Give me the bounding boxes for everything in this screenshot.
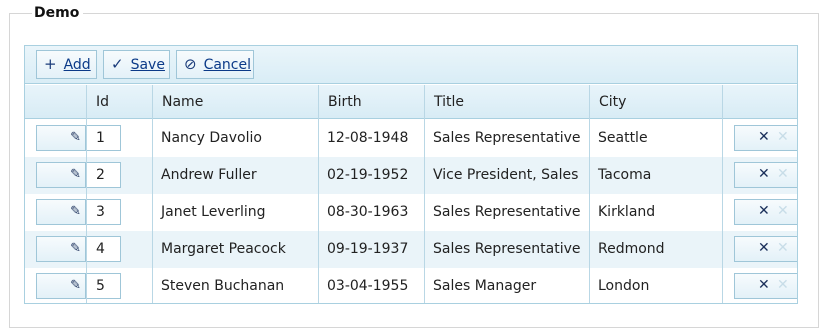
close-icon-disabled: ✕ <box>777 203 789 219</box>
column-divider <box>424 119 425 303</box>
birth-cell: 02-19-1952 <box>327 167 409 183</box>
title-cell: Sales Representative <box>433 204 581 220</box>
name-cell: Andrew Fuller <box>161 167 257 183</box>
birth-cell: 12-08-1948 <box>327 130 409 146</box>
grid-toolbar: + Add ✓ Save ⊘ Cancel <box>25 46 797 84</box>
close-icon-disabled: ✕ <box>777 277 789 293</box>
id-cell: 1 <box>86 125 121 151</box>
header-title[interactable]: Title <box>424 85 589 119</box>
table-row: ✎ 5 Steven Buchanan 03-04-1955 Sales Man… <box>25 268 797 303</box>
save-label: Save <box>130 56 165 73</box>
close-icon: ✕ <box>758 203 770 219</box>
close-icon-disabled: ✕ <box>777 166 789 182</box>
table-row: ✎ 2 Andrew Fuller 02-19-1952 Vice Presid… <box>25 157 797 194</box>
fieldset-legend: Demo <box>32 4 84 22</box>
name-cell: Margaret Peacock <box>161 241 286 257</box>
city-cell: Redmond <box>598 241 665 257</box>
delete-button[interactable]: ✕ ✕ <box>734 199 797 225</box>
title-cell: Vice President, Sales <box>433 167 579 183</box>
edit-button[interactable]: ✎ <box>36 273 86 299</box>
pencil-icon: ✎ <box>70 167 81 182</box>
close-icon: ✕ <box>758 240 770 256</box>
pencil-icon: ✎ <box>70 130 81 145</box>
city-cell: London <box>598 278 650 294</box>
city-cell: Tacoma <box>598 167 652 183</box>
check-icon: ✓ <box>111 55 124 73</box>
id-cell: 5 <box>86 273 121 299</box>
edit-button[interactable]: ✎ <box>36 162 86 188</box>
delete-button[interactable]: ✕ ✕ <box>734 162 797 188</box>
close-icon: ✕ <box>758 166 770 182</box>
close-icon: ✕ <box>758 129 770 145</box>
table-row: ✎ 1 Nancy Davolio 12-08-1948 Sales Repre… <box>25 120 797 157</box>
cancel-label: Cancel <box>203 56 252 73</box>
id-cell: 2 <box>86 162 121 188</box>
column-divider <box>722 119 723 303</box>
name-cell: Nancy Davolio <box>161 130 262 146</box>
column-divider <box>589 119 590 303</box>
edit-button[interactable]: ✎ <box>36 125 86 151</box>
header-delete-column <box>722 85 797 119</box>
name-cell: Janet Leverling <box>161 204 266 220</box>
plus-icon: + <box>44 55 57 73</box>
save-button[interactable]: ✓ Save <box>103 50 170 79</box>
header-id[interactable]: Id <box>86 85 152 119</box>
birth-cell: 03-04-1955 <box>327 278 409 294</box>
table-row: ✎ 3 Janet Leverling 08-30-1963 Sales Rep… <box>25 194 797 231</box>
city-cell: Kirkland <box>598 204 656 220</box>
cancel-icon: ⊘ <box>184 55 197 73</box>
close-icon-disabled: ✕ <box>777 129 789 145</box>
pencil-icon: ✎ <box>70 278 81 293</box>
city-cell: Seattle <box>598 130 648 146</box>
add-button[interactable]: + Add <box>36 50 97 79</box>
header-name[interactable]: Name <box>152 85 318 119</box>
title-cell: Sales Manager <box>433 278 537 294</box>
add-label: Add <box>63 56 91 73</box>
header-edit-column <box>25 85 86 119</box>
edit-button[interactable]: ✎ <box>36 236 86 262</box>
column-divider <box>152 119 153 303</box>
id-cell: 4 <box>86 236 121 262</box>
title-cell: Sales Representative <box>433 241 581 257</box>
column-divider <box>86 119 87 303</box>
edit-button[interactable]: ✎ <box>36 199 86 225</box>
delete-button[interactable]: ✕ ✕ <box>734 125 797 151</box>
table-row: ✎ 4 Margaret Peacock 09-19-1937 Sales Re… <box>25 231 797 268</box>
header-city[interactable]: City <box>589 85 722 119</box>
header-birth[interactable]: Birth <box>318 85 424 119</box>
title-cell: Sales Representative <box>433 130 581 146</box>
close-icon: ✕ <box>758 277 770 293</box>
delete-button[interactable]: ✕ ✕ <box>734 273 797 299</box>
name-cell: Steven Buchanan <box>161 278 285 294</box>
column-divider <box>318 119 319 303</box>
id-cell: 3 <box>86 199 121 225</box>
birth-cell: 09-19-1937 <box>327 241 409 257</box>
pencil-icon: ✎ <box>70 241 81 256</box>
delete-button[interactable]: ✕ ✕ <box>734 236 797 262</box>
birth-cell: 08-30-1963 <box>327 204 409 220</box>
close-icon-disabled: ✕ <box>777 240 789 256</box>
grid-header: Id Name Birth Title City <box>25 85 797 119</box>
data-grid: + Add ✓ Save ⊘ Cancel Id Name Birth Titl… <box>24 45 798 304</box>
pencil-icon: ✎ <box>70 204 81 219</box>
cancel-button[interactable]: ⊘ Cancel <box>176 50 254 79</box>
